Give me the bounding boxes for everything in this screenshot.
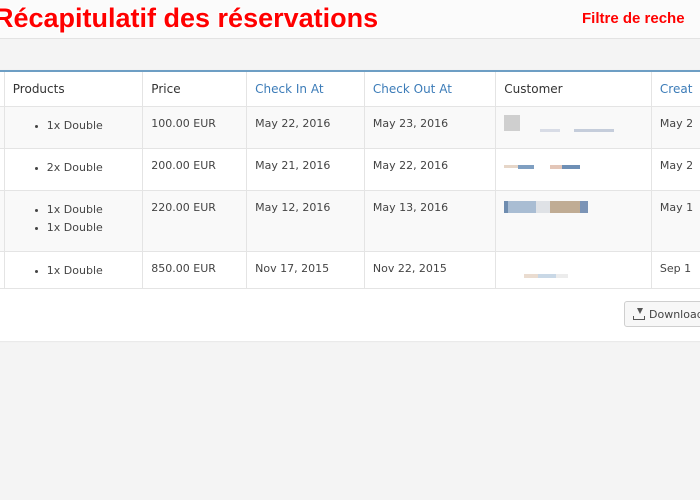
redacted-customer-name [504,201,651,213]
download-button[interactable]: Download [624,301,700,327]
table-header-row: Products Price Check In At Check Out At … [0,72,700,107]
table-row[interactable]: 1x Double 1x Double 220.00 EUR May 12, 2… [0,190,700,252]
redacted-customer-name [504,161,651,169]
price-cell: 200.00 EUR [142,148,248,191]
table-footer: Download [0,288,700,341]
products-cell: 1x Double [4,106,144,149]
products-cell: 1x Double 1x Double [4,190,144,252]
created-cell: May 2 [651,148,700,191]
products-list: 1x Double [15,117,143,135]
product-item: 1x Double [47,117,143,135]
table-row[interactable]: 2x Double 200.00 EUR May 21, 2016 May 22… [0,148,700,191]
column-header-price: Price [142,72,248,107]
products-list: 1x Double 1x Double [15,201,143,237]
product-item: 2x Double [47,159,143,177]
column-header-customer: Customer [495,72,652,107]
products-list: 2x Double [15,159,143,177]
product-item: 1x Double [47,219,143,237]
column-header-check-in[interactable]: Check In At [246,72,365,107]
check-in-cell: May 12, 2016 [246,190,365,252]
page-title-overlay: Récapitulatif des réservations [0,3,379,33]
price-cell: 100.00 EUR [142,106,248,149]
products-list: 1x Double [15,262,143,280]
redacted-customer-name [504,264,651,278]
customer-cell [495,148,652,191]
created-cell: May 2 [651,106,700,149]
created-cell: May 1 [651,190,700,252]
customer-cell [495,190,652,252]
redacted-customer-name [504,115,651,132]
product-item: 1x Double [47,262,143,280]
column-header-created[interactable]: Creat [651,72,700,107]
column-header-check-out[interactable]: Check Out At [364,72,497,107]
download-button-label: Download [649,307,700,321]
check-out-cell: May 23, 2016 [364,106,497,149]
check-out-cell: May 13, 2016 [364,190,497,252]
check-in-cell: May 22, 2016 [246,106,365,149]
check-in-cell: May 21, 2016 [246,148,365,191]
download-icon [633,308,645,320]
search-filter-overlay: Filtre de reche [582,10,685,27]
products-cell: 2x Double [4,148,144,191]
reservations-table: Products Price Check In At Check Out At … [0,72,700,294]
product-item: 1x Double [47,201,143,219]
check-out-cell: May 22, 2016 [364,148,497,191]
price-cell: 220.00 EUR [142,190,248,252]
customer-cell [495,106,652,149]
table-row[interactable]: 1x Double 100.00 EUR May 22, 2016 May 23… [0,106,700,149]
column-header-products: Products [4,72,144,107]
reservations-panel: Products Price Check In At Check Out At … [0,70,700,341]
